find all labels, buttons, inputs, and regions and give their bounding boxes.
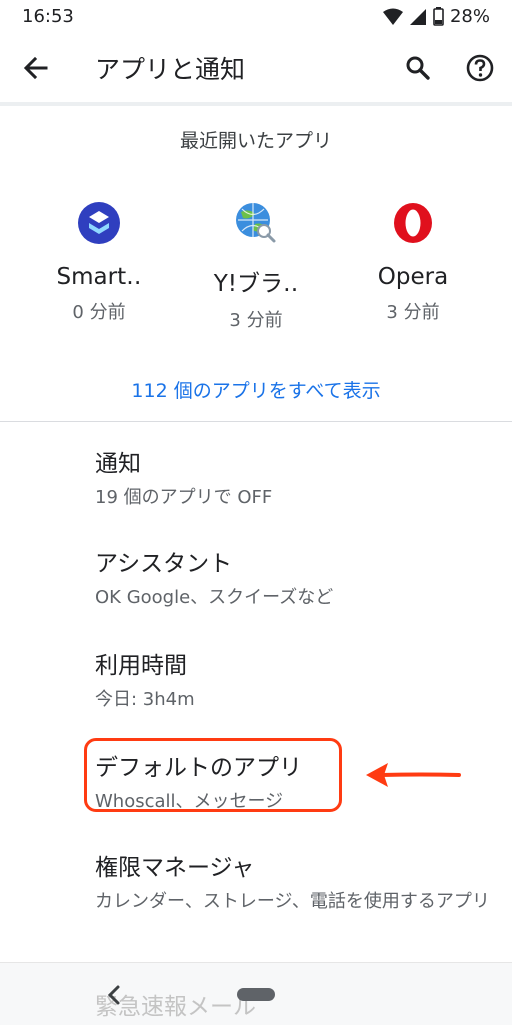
smart-app-icon <box>78 202 120 244</box>
setting-notifications[interactable]: 通知 19 個のアプリで OFF <box>95 444 495 512</box>
page-title: アプリと通知 <box>95 55 246 84</box>
setting-assistant[interactable]: アシスタント OK Google、スクイーズなど <box>95 544 495 612</box>
setting-permission-manager[interactable]: 権限マネージャ カレンダー、ストレージ、電話を使用するアプリ <box>95 848 495 916</box>
recent-app-time: 3 分前 <box>229 310 283 331</box>
opera-icon <box>394 203 432 243</box>
battery-percent: 28% <box>449 6 490 27</box>
recent-app-opera[interactable]: Opera 3 分前 <box>333 200 493 324</box>
section-divider <box>0 421 512 422</box>
recent-app-time: 3 分前 <box>386 302 440 323</box>
help-icon <box>466 54 494 82</box>
back-button[interactable] <box>18 50 54 86</box>
search-button[interactable] <box>400 50 436 86</box>
recent-app-name: Opera <box>377 264 449 290</box>
recent-app-smart[interactable]: Smart‥ 0 分前 <box>19 200 179 324</box>
recent-app-time: 0 分前 <box>72 302 126 323</box>
setting-screen-time[interactable]: 利用時間 今日: 3h4m <box>95 646 495 714</box>
navigation-bar: 緊急速報メール <box>0 962 512 1025</box>
setting-title: 利用時間 <box>95 653 187 679</box>
annotation-arrow-icon <box>366 763 461 787</box>
recent-app-ybrowser[interactable]: Y!ブラ‥ 3 分前 <box>176 200 336 332</box>
status-icons: 28% <box>382 6 490 27</box>
annotation-highlight-box <box>84 738 342 812</box>
setting-subtitle: 今日: 3h4m <box>95 689 195 710</box>
recent-apps-header: 最近開いたアプリ <box>179 130 332 152</box>
app-bar: アプリと通知 <box>0 36 512 102</box>
home-gesture-pill[interactable] <box>237 988 275 1001</box>
setting-subtitle: カレンダー、ストレージ、電話を使用するアプリ <box>95 891 490 912</box>
battery-icon <box>433 7 444 26</box>
setting-title: 通知 <box>95 451 141 477</box>
yahoo-browser-icon <box>236 203 276 243</box>
nav-back-icon[interactable] <box>104 983 124 1007</box>
show-all-apps-link[interactable]: 112 個のアプリをすべて表示 <box>0 376 512 403</box>
app-bar-divider <box>0 102 512 106</box>
setting-title: 権限マネージャ <box>95 855 255 881</box>
wifi-icon <box>382 8 403 25</box>
back-arrow-icon <box>23 56 48 80</box>
signal-icon <box>409 8 426 25</box>
status-time: 16:53 <box>22 6 74 27</box>
recent-app-name: Y!ブラ‥ <box>213 271 299 297</box>
setting-subtitle: 19 個のアプリで OFF <box>95 487 273 508</box>
setting-title: アシスタント <box>95 551 233 577</box>
setting-subtitle: OK Google、スクイーズなど <box>95 587 334 608</box>
recent-app-name: Smart‥ <box>56 264 142 290</box>
search-icon <box>406 56 430 80</box>
help-button[interactable] <box>462 50 498 86</box>
status-bar: 16:53 28% <box>0 0 512 36</box>
